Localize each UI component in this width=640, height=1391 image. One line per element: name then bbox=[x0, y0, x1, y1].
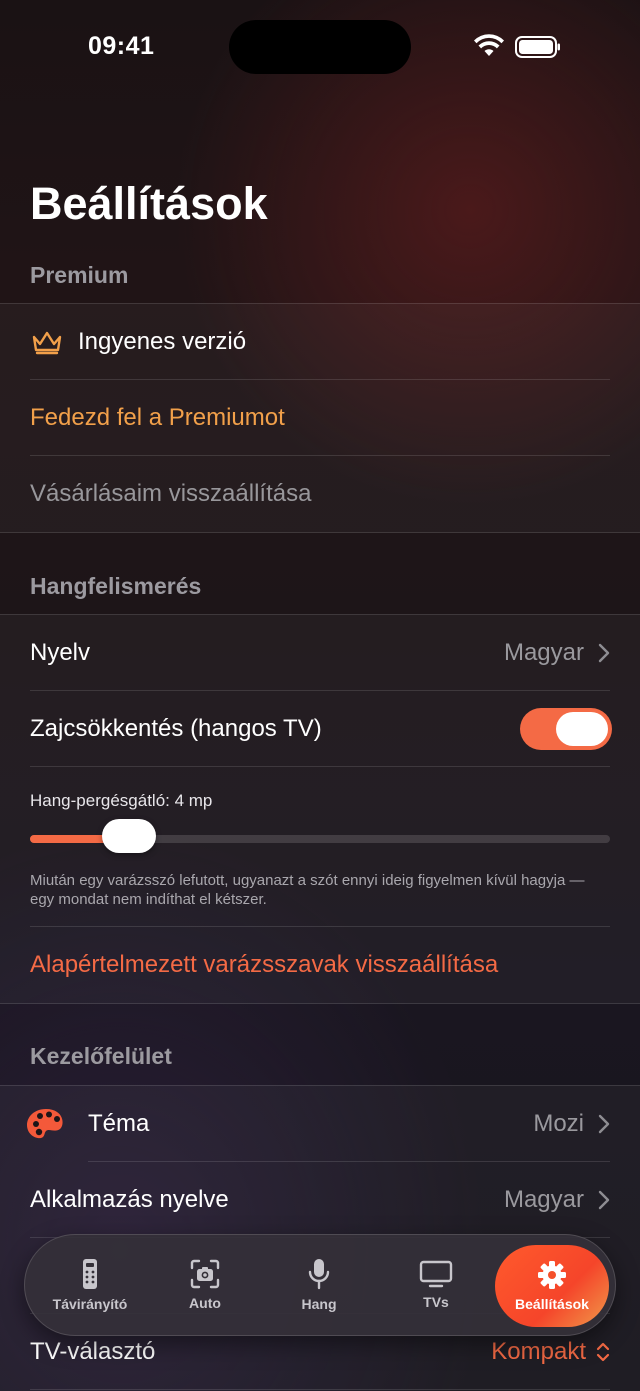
tv-selector-value[interactable]: Kompakt bbox=[491, 1338, 586, 1366]
explore-premium-link[interactable]: Fedezd fel a Premiumot bbox=[30, 404, 285, 432]
noise-reduction-label: Zajcsökkentés (hangos TV) bbox=[30, 715, 322, 742]
theme-label: Téma bbox=[88, 1110, 150, 1137]
crown-icon bbox=[32, 331, 62, 355]
reset-words-row[interactable]: Alapértelmezett varázsszavak visszaállít… bbox=[0, 927, 640, 1003]
language-value: Magyar bbox=[503, 639, 584, 666]
chevron-right-icon bbox=[598, 1114, 610, 1134]
theme-value: Mozi bbox=[533, 1110, 584, 1137]
tab-remote[interactable]: Távirányító bbox=[37, 1235, 143, 1335]
reset-words-button[interactable]: Alapértelmezett varázsszavak visszaállít… bbox=[30, 951, 498, 979]
tab-settings[interactable]: Beállítások bbox=[495, 1245, 609, 1327]
tab-auto[interactable]: Auto bbox=[153, 1235, 257, 1335]
section-header-voice: Hangfelismerés bbox=[30, 573, 202, 599]
app-language-row[interactable]: Alkalmazás nyelve Magyar bbox=[0, 1162, 640, 1238]
app-language-label: Alkalmazás nyelve bbox=[30, 1186, 229, 1213]
tab-bar: Távirányító Auto Hang TVs Beállítások bbox=[24, 1234, 616, 1336]
debounce-description: Miután egy varázsszó lefutott, ugyanazt … bbox=[30, 872, 585, 908]
tab-voice-label: Hang bbox=[301, 1296, 337, 1312]
premium-group: Ingyenes verzió Fedezd fel a Premiumot V… bbox=[0, 303, 640, 533]
microphone-icon bbox=[308, 1259, 330, 1290]
tab-settings-label: Beállítások bbox=[515, 1296, 589, 1312]
status-time: 09:41 bbox=[88, 32, 155, 60]
gear-icon bbox=[538, 1261, 566, 1289]
noise-reduction-toggle[interactable] bbox=[520, 708, 612, 750]
theme-row[interactable]: Téma Mozi bbox=[0, 1086, 640, 1162]
restore-purchases-row[interactable]: Vásárlásaim visszaállítása bbox=[0, 456, 640, 532]
debounce-label: Hang-pergésgátló: 4 mp bbox=[30, 791, 213, 810]
free-version-row[interactable]: Ingyenes verzió bbox=[0, 304, 640, 380]
tab-tvs-label: TVs bbox=[423, 1294, 449, 1310]
language-row[interactable]: Nyelv Magyar bbox=[0, 615, 640, 691]
debounce-slider-thumb[interactable] bbox=[101, 819, 156, 853]
wifi-icon bbox=[474, 34, 504, 56]
free-version-label: Ingyenes verzió bbox=[78, 328, 247, 355]
tab-voice[interactable]: Hang bbox=[267, 1235, 371, 1335]
chevron-right-icon bbox=[598, 643, 610, 663]
remote-icon bbox=[83, 1259, 97, 1289]
dynamic-island bbox=[229, 20, 411, 74]
section-header-premium: Premium bbox=[30, 262, 129, 288]
app-language-value: Magyar bbox=[503, 1186, 584, 1213]
language-label: Nyelv bbox=[30, 639, 91, 666]
voice-group: Nyelv Magyar Zajcsökkentés (hangos TV) H… bbox=[0, 614, 640, 1004]
section-header-interface: Kezelőfelület bbox=[30, 1043, 172, 1069]
tab-remote-label: Távirányító bbox=[52, 1296, 128, 1312]
battery-icon bbox=[515, 36, 560, 58]
chevron-right-icon bbox=[598, 1190, 610, 1210]
noise-reduction-row: Zajcsökkentés (hangos TV) bbox=[0, 691, 640, 767]
palette-icon bbox=[27, 1109, 63, 1139]
restore-purchases-link[interactable]: Vásárlásaim visszaállítása bbox=[30, 480, 311, 508]
tab-tvs[interactable]: TVs bbox=[381, 1235, 491, 1335]
explore-premium-row[interactable]: Fedezd fel a Premiumot bbox=[0, 380, 640, 456]
page-title: Beállítások bbox=[30, 178, 268, 229]
tv-icon bbox=[419, 1260, 453, 1288]
chevron-updown-icon bbox=[596, 1342, 610, 1362]
tv-selector-label: TV-választó bbox=[30, 1338, 156, 1365]
tab-auto-label: Auto bbox=[189, 1295, 221, 1311]
status-bar: 09:41 bbox=[0, 0, 640, 90]
debounce-slider-block: Hang-pergésgátló: 4 mp Miután egy varázs… bbox=[0, 767, 640, 927]
camera-scan-icon bbox=[190, 1259, 220, 1289]
